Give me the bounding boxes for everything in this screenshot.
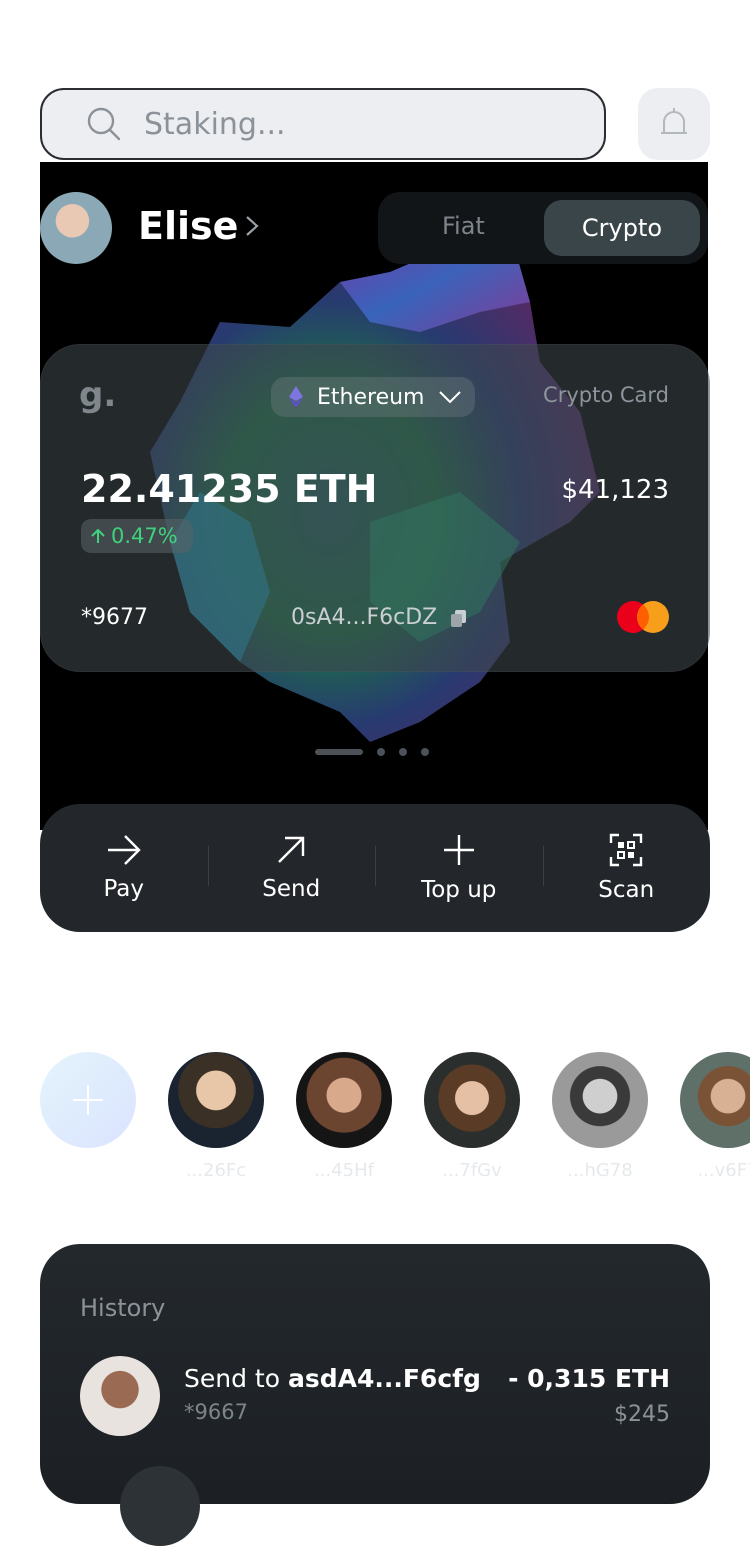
contact-avatar[interactable] [680, 1052, 750, 1148]
scan-icon [610, 833, 643, 867]
change-badge: 0.47% [81, 519, 193, 553]
scan-button[interactable]: Scan [542, 804, 711, 932]
search-input[interactable]: Staking... [144, 107, 286, 142]
pay-button[interactable]: Pay [40, 804, 208, 932]
transaction-avatar[interactable] [120, 1466, 200, 1546]
notifications-button[interactable] [638, 88, 710, 160]
chevron-down-icon [439, 391, 462, 404]
contact-address: ...7fGv [442, 1160, 502, 1181]
toggle-fiat[interactable]: Fiat [442, 212, 485, 240]
contact-avatar[interactable] [552, 1052, 648, 1148]
search-bar[interactable]: Staking... [40, 88, 606, 160]
copy-icon[interactable] [449, 608, 469, 628]
contacts-row: ...26Fc ...45Hf ...7fGv ...hG78 ...v6F7 [40, 1052, 750, 1181]
contact-address: ...hG78 [567, 1160, 633, 1181]
contact-item[interactable]: ...v6F7 [680, 1052, 750, 1181]
pay-label: Pay [103, 876, 145, 902]
add-contact-button[interactable] [40, 1052, 136, 1148]
send-label: Send [262, 876, 321, 902]
crypto-card[interactable]: g. Ethereum Crypto Card 22.41235 ETH $41… [40, 344, 710, 672]
history-panel: History Send to asdA4...F6cfg *9667 - 0,… [40, 1244, 710, 1546]
carousel-pagination [315, 748, 429, 756]
wallet-address: 0sA4...F6cDZ [291, 605, 469, 630]
contact-avatar[interactable] [296, 1052, 392, 1148]
contact-item[interactable]: ...26Fc [168, 1052, 264, 1181]
transaction-target: asdA4...F6cfg [287, 1364, 481, 1393]
carousel-dot-active[interactable] [315, 749, 363, 755]
plus-icon [73, 1085, 103, 1115]
chevron-right-icon[interactable] [244, 214, 260, 238]
ethereum-icon [289, 386, 303, 408]
contact-address: ...v6F7 [697, 1160, 750, 1181]
search-icon [87, 107, 121, 141]
transaction-amount: - 0,315 ETH [508, 1364, 670, 1393]
contact-item[interactable]: ...7fGv [424, 1052, 520, 1181]
network-selector[interactable]: Ethereum [271, 377, 475, 417]
transaction-avatar[interactable] [80, 1356, 160, 1436]
transaction-card: *9667 [184, 1400, 248, 1424]
card-type: Crypto Card [543, 383, 669, 407]
network-label: Ethereum [317, 384, 425, 410]
card-number: *9677 [81, 605, 148, 630]
transaction-prefix: Send to [184, 1364, 288, 1393]
top-up-label: Top up [421, 877, 497, 903]
contact-item[interactable]: ...45Hf [296, 1052, 392, 1181]
add-contact[interactable] [40, 1052, 136, 1181]
transaction-description[interactable]: Send to asdA4...F6cfg [184, 1364, 481, 1393]
contact-address: ...45Hf [314, 1160, 374, 1181]
currency-toggle[interactable]: Fiat Crypto [378, 192, 708, 264]
fiat-balance: $41,123 [561, 475, 669, 505]
contact-address: ...26Fc [185, 1160, 247, 1181]
carousel-dot[interactable] [377, 748, 385, 756]
top-up-button[interactable]: Top up [375, 804, 543, 932]
arrow-up-icon [91, 528, 105, 543]
brand-logo: g. [79, 375, 117, 415]
contact-avatar[interactable] [424, 1052, 520, 1148]
transaction-fiat: $245 [614, 1402, 670, 1427]
carousel-dot[interactable] [399, 748, 407, 756]
send-button[interactable]: Send [207, 804, 376, 932]
contact-item[interactable]: ...hG78 [552, 1052, 648, 1181]
arrow-right-icon [107, 835, 141, 865]
bell-icon [661, 108, 687, 134]
plus-icon [443, 835, 474, 865]
toggle-crypto[interactable]: Crypto [544, 200, 700, 256]
contact-avatar[interactable] [168, 1052, 264, 1148]
profile-name[interactable]: Elise [138, 204, 238, 248]
change-value: 0.47% [111, 524, 178, 548]
profile-avatar[interactable] [40, 192, 112, 264]
quick-actions-bar: Pay Send Top up Scan [40, 804, 710, 932]
mastercard-icon [617, 601, 669, 633]
history-title: History [80, 1294, 166, 1322]
arrow-up-right-icon [278, 836, 305, 863]
scan-label: Scan [598, 877, 655, 903]
crypto-balance: 22.41235 ETH [81, 467, 378, 511]
address-text: 0sA4...F6cDZ [291, 605, 438, 630]
carousel-dot[interactable] [421, 748, 429, 756]
